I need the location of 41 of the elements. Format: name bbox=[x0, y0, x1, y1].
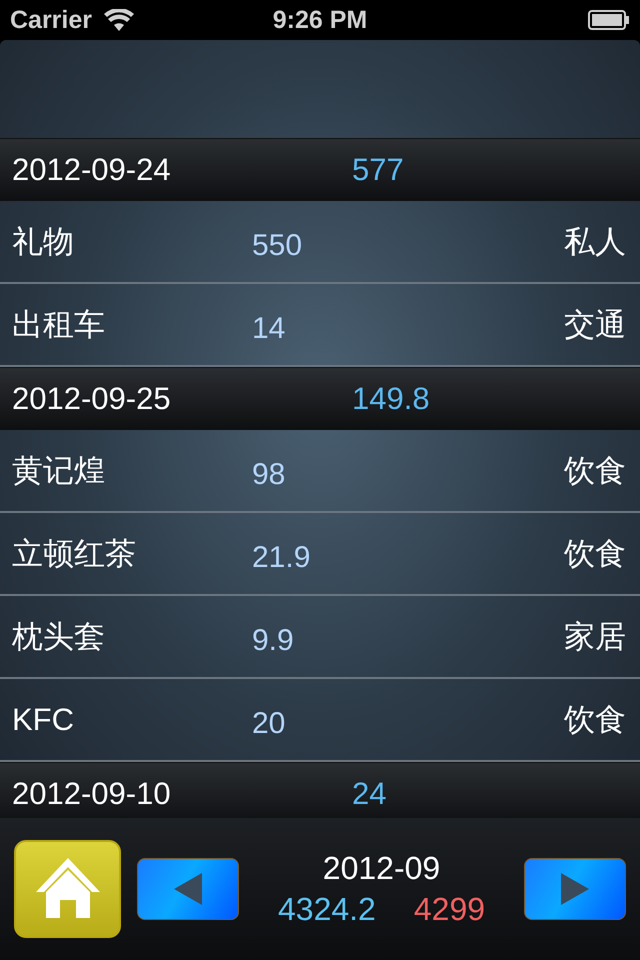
expense-amount: 98 bbox=[252, 458, 286, 492]
status-time: 9:26 PM bbox=[272, 6, 368, 34]
expense-amount: 550 bbox=[252, 228, 302, 262]
section-total: 577 bbox=[352, 152, 404, 188]
next-button[interactable] bbox=[524, 858, 626, 920]
expense-name: 枕头套 bbox=[12, 618, 106, 656]
wifi-icon bbox=[104, 9, 134, 31]
battery-icon bbox=[588, 10, 630, 30]
section-date: 2012-09-25 bbox=[12, 381, 172, 417]
expense-name: 出租车 bbox=[12, 306, 106, 344]
expense-category: 私人 bbox=[564, 222, 626, 260]
left-triangle-icon bbox=[174, 873, 202, 905]
expense-row[interactable]: 礼物 550 私人 bbox=[0, 201, 640, 284]
expense-name: 礼物 bbox=[12, 222, 75, 260]
section-date: 2012-09-10 bbox=[12, 776, 172, 812]
month-label: 2012-09 bbox=[322, 850, 440, 887]
expense-amount: 9.9 bbox=[252, 624, 294, 658]
expense-category: 饮食 bbox=[564, 534, 626, 572]
expense-category: 家居 bbox=[564, 618, 626, 656]
section-date: 2012-09-24 bbox=[12, 152, 172, 188]
expense-name: KFC bbox=[12, 702, 75, 738]
expense-row[interactable]: 枕头套 9.9 家居 bbox=[0, 596, 640, 679]
section-total: 149.8 bbox=[352, 381, 430, 417]
expense-amount: 21.9 bbox=[252, 540, 310, 574]
section-total: 24 bbox=[352, 776, 386, 812]
previous-button[interactable] bbox=[137, 858, 239, 920]
home-button[interactable] bbox=[14, 840, 121, 938]
expense-amount: 20 bbox=[252, 706, 286, 740]
house-icon bbox=[36, 858, 100, 920]
expense-row[interactable]: 黄记煌 98 饮食 bbox=[0, 430, 640, 513]
expense-amount: 14 bbox=[252, 312, 286, 346]
right-triangle-icon bbox=[561, 873, 589, 905]
expense-category: 交通 bbox=[564, 306, 626, 344]
month-income: 4324.2 bbox=[278, 891, 376, 928]
expense-name: 立顿红茶 bbox=[12, 534, 137, 572]
expense-category: 饮食 bbox=[564, 700, 626, 738]
carrier-name: Carrier bbox=[10, 6, 92, 34]
month-expense: 4299 bbox=[414, 891, 486, 928]
expense-category: 饮食 bbox=[564, 452, 626, 490]
expense-name: 黄记煌 bbox=[12, 452, 106, 490]
expense-row[interactable]: 立顿红茶 21.9 饮食 bbox=[0, 513, 640, 596]
